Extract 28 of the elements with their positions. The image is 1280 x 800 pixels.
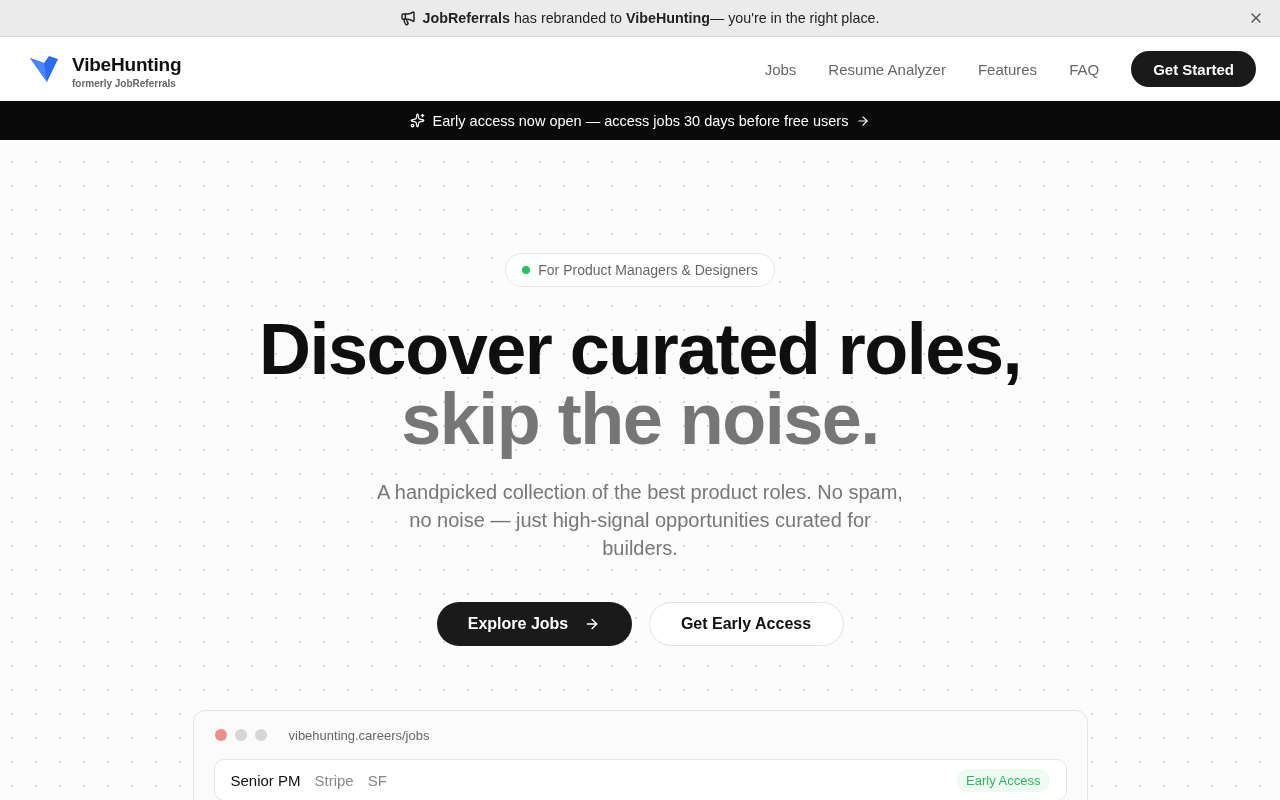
- brand-name[interactable]: VibeHunting: [72, 53, 182, 76]
- early-access-tag: Early Access: [957, 768, 1050, 792]
- early-access-button[interactable]: Get Early Access: [648, 602, 844, 646]
- logo-icon: [30, 56, 58, 82]
- window-dot-icon: [214, 729, 227, 741]
- get-started-button[interactable]: Get Started: [1131, 51, 1256, 87]
- nav-link[interactable]: FAQ: [1069, 60, 1100, 78]
- sparkles-icon: [409, 113, 425, 128]
- nav-link[interactable]: Resume Analyzer: [828, 60, 946, 78]
- window-dot-icon: [234, 729, 247, 741]
- job-row[interactable]: Senior PM Stripe SF Early Access: [213, 759, 1067, 800]
- announcement-text: JobReferrals has rebranded to VibeHunting— you're in the right place.: [422, 10, 880, 26]
- status-dot-icon: [522, 266, 531, 274]
- job-location: SF: [367, 771, 387, 789]
- promo-text: Early access now open — access jobs 30 days before free users: [432, 112, 849, 129]
- job-company: Stripe: [314, 771, 354, 789]
- window-dot-icon: [254, 729, 267, 741]
- badge-text: For Product Managers & Designers: [538, 262, 758, 278]
- arrow-right-icon: [856, 113, 871, 128]
- megaphone-icon: [400, 10, 417, 26]
- job-title: Senior PM: [230, 771, 301, 789]
- hero-subtitle: A handpicked collection of the best product roles. No spam, no noise — just high-signal opportunities curated for builders.: [376, 480, 904, 561]
- nav-link[interactable]: Jobs: [764, 60, 797, 78]
- explore-jobs-button[interactable]: Explore Jobs: [436, 602, 632, 646]
- brand-tagline: formerly JobReferrals: [72, 77, 177, 89]
- url-text: vibehunting.careers/jobs: [288, 727, 430, 743]
- nav-link[interactable]: Features: [977, 60, 1038, 78]
- promo-bar[interactable]: Early access now open — access jobs 30 days before free users: [0, 101, 1280, 140]
